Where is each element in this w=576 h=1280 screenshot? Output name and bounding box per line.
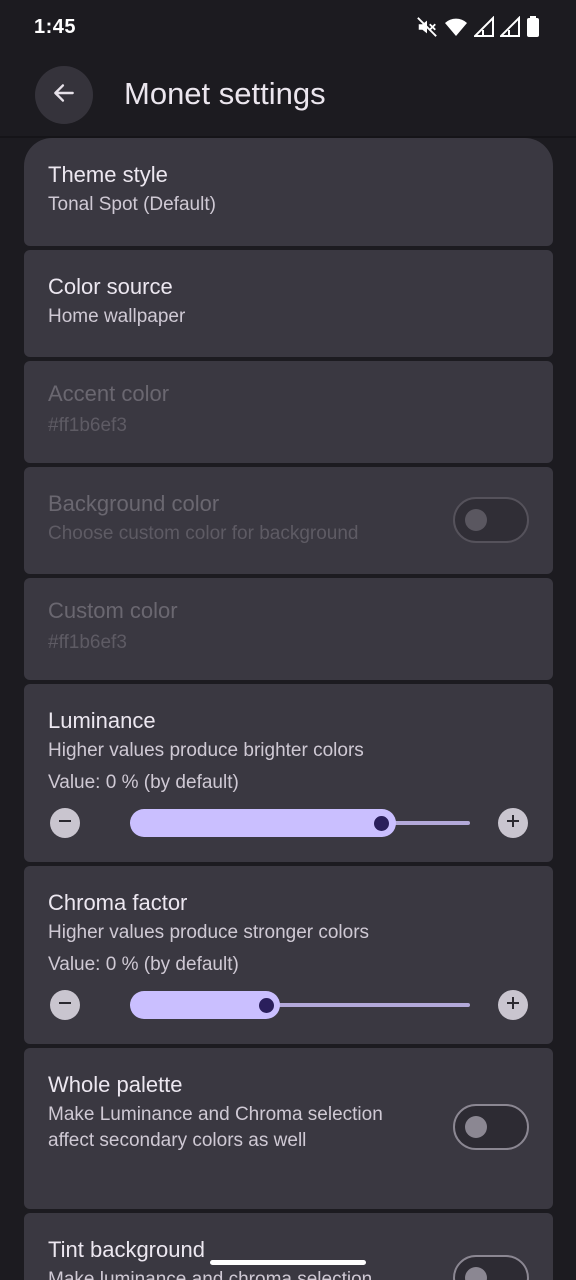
increase-button[interactable] [498, 808, 528, 838]
preference-title: Chroma factor [48, 890, 188, 915]
decrease-button[interactable] [50, 990, 80, 1020]
slider-thumb[interactable] [258, 998, 274, 1013]
minus-icon [57, 813, 73, 834]
preference-summary: Tonal Spot (Default) [48, 194, 216, 215]
switch-knob [465, 1267, 487, 1280]
tint-background-switch[interactable] [453, 1255, 529, 1280]
preference-title: Whole palette [48, 1072, 183, 1097]
battery-icon [526, 16, 540, 38]
switch-knob [465, 1116, 487, 1138]
preference-title: Luminance [48, 708, 156, 733]
plus-icon [505, 813, 521, 834]
background-color-preference: Background color Choose custom color for… [24, 467, 553, 574]
preference-title: Theme style [48, 162, 168, 187]
luminance-preference: Luminance Higher values produce brighter… [24, 684, 553, 862]
whole-palette-preference[interactable]: Whole palette Make Luminance and Chroma … [24, 1048, 553, 1209]
switch-knob [465, 509, 487, 531]
slider-value-text: Value: 0 % (by default) [48, 954, 239, 975]
chroma-slider-row [48, 984, 529, 1024]
back-button[interactable] [35, 66, 93, 124]
slider-thumb[interactable] [374, 816, 390, 831]
color-source-preference[interactable]: Color source Home wallpaper [24, 250, 553, 357]
preference-summary: Home wallpaper [48, 306, 186, 327]
preference-summary: Higher values produce stronger colors [48, 922, 370, 943]
preference-summary: Make luminance and chroma selection [48, 1269, 373, 1280]
mute-icon [416, 16, 438, 38]
theme-style-preference[interactable]: Theme style Tonal Spot (Default) [24, 138, 553, 246]
signal-icon [500, 16, 520, 38]
tint-background-preference[interactable]: Tint background Make luminance and chrom… [24, 1213, 553, 1280]
minus-icon [57, 995, 73, 1016]
decrease-button[interactable] [50, 808, 80, 838]
settings-list: Theme style Tonal Spot (Default) Color s… [24, 138, 553, 1280]
arrow-back-icon [51, 80, 77, 111]
status-bar: 1:45 [0, 0, 576, 54]
whole-palette-switch[interactable] [453, 1104, 529, 1150]
preference-summary: #ff1b6ef3 [48, 415, 127, 436]
status-icons [416, 16, 540, 38]
wifi-icon [444, 16, 468, 38]
preference-summary: Make Luminance and Chroma selection affe… [48, 1104, 383, 1151]
increase-button[interactable] [498, 990, 528, 1020]
slider-fill [130, 991, 280, 1019]
preference-title: Custom color [48, 598, 178, 623]
app-bar: Monet settings [0, 54, 576, 136]
slider-fill [130, 809, 396, 837]
slider-value-text: Value: 0 % (by default) [48, 772, 239, 793]
background-color-switch [453, 497, 529, 543]
preference-title: Accent color [48, 381, 170, 406]
preference-summary: Higher values produce brighter colors [48, 740, 364, 761]
accent-color-preference: Accent color #ff1b6ef3 [24, 361, 553, 463]
preference-title: Color source [48, 274, 173, 299]
signal-icon [474, 16, 494, 38]
plus-icon [505, 995, 521, 1016]
status-time: 1:45 [34, 15, 77, 38]
chroma-factor-preference: Chroma factor Higher values produce stro… [24, 866, 553, 1044]
custom-color-preference: Custom color #ff1b6ef3 [24, 578, 553, 680]
luminance-slider-row [48, 802, 529, 842]
preference-summary: #ff1b6ef3 [48, 632, 127, 653]
gesture-navigation-bar[interactable] [210, 1260, 366, 1265]
page-title: Monet settings [124, 76, 326, 111]
